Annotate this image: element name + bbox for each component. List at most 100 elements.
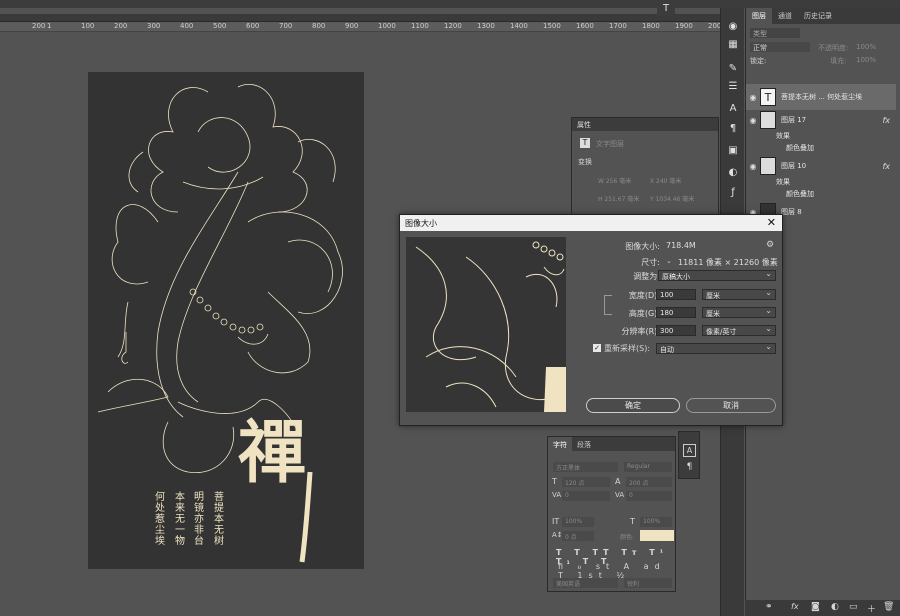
language-select[interactable]: 美国英语 [553,578,618,588]
chevron-down-icon[interactable]: ⌄ [666,257,672,265]
horizontal-scale-input[interactable]: 100% [640,517,672,527]
text-layer-icon: T [760,88,776,106]
height-field[interactable]: H 251.67 毫米 [598,194,639,203]
preview-line-art [415,241,566,412]
effects-row[interactable]: 效果 [746,130,896,142]
app-menu-bar [0,0,900,8]
eye-icon[interactable]: ◉ [746,93,760,102]
gear-icon[interactable]: ⚙ [766,240,774,250]
image-preview[interactable] [406,237,566,412]
tab-history[interactable]: 历史记录 [798,8,838,24]
character-icon[interactable]: A [683,444,696,457]
height-input[interactable]: 180 [656,307,696,318]
eye-icon[interactable]: ◉ [746,162,760,171]
ruler-tick-label: 200 [32,22,46,30]
layer-name: 图层 17 [781,116,807,124]
close-icon[interactable]: ✕ [767,216,776,229]
height-unit-select[interactable]: 厘米 [702,306,776,318]
vertical-scale-input[interactable]: 100% [562,517,594,527]
styles-icon[interactable]: ◐ [725,164,741,180]
character-icon[interactable]: A [725,100,741,116]
opacity-value[interactable]: 100% [856,43,876,51]
text-color-swatch[interactable] [640,530,674,541]
trash-icon[interactable]: 🗑 [883,602,894,612]
effects-label: 效果 [776,178,790,186]
poem-column-2: 明镜亦非台 [194,492,204,547]
layer-row-text[interactable]: ◉ T 菩提本无树 ... 何处惹尘埃 [746,84,896,110]
link-icon[interactable]: ⚭ [765,602,773,612]
layer-name: 菩提本无树 ... 何处惹尘埃 [781,93,863,101]
resample-checkbox[interactable]: ✓ [593,344,601,352]
brush-icon[interactable]: ✎ [725,60,741,76]
ruler-tick-label: 1300 [477,22,495,30]
font-family-select[interactable]: 方正黑体 [553,462,618,472]
paragraph-icon[interactable]: ¶ [683,462,696,475]
fit-to-select[interactable]: 原稿大小 [658,269,776,281]
new-layer-icon[interactable]: ＋ [867,602,876,615]
resolution-input[interactable]: 300 [656,325,696,336]
mask-icon[interactable]: ◙ [811,602,820,612]
x-field[interactable]: X 240 毫米 [650,176,681,185]
layer-row-17[interactable]: ◉ 图层 17 fx [746,110,896,130]
layers-icon[interactable]: ▣ [725,142,741,158]
ok-button[interactable]: 确定 [586,398,680,413]
leading-icon: A [615,477,621,486]
font-style-select[interactable]: Regular [624,462,672,472]
horizontal-ruler: 200 1 100 200 300 400 500 600 700 800 900 1000 1100 1… [0,22,720,32]
tab-paragraph[interactable]: 段落 [572,437,596,451]
y-field[interactable]: Y 1034.46 毫米 [650,194,694,203]
font-size-input[interactable]: 120 点 [562,477,610,487]
ruler-tick-label: 300 [147,22,161,30]
cancel-button[interactable]: 取消 [686,398,776,413]
ruler-tick-label: 500 [213,22,227,30]
tab-character[interactable]: 字符 [548,437,572,451]
baseline-input[interactable]: 0 点 [562,531,594,541]
tracking-input[interactable]: 0 [626,491,672,501]
width-field[interactable]: W 256 毫米 [598,176,631,185]
leading-input[interactable]: 200 点 [626,477,672,487]
effect-row[interactable]: 颜色叠加 [746,142,896,154]
ruler-tick-label: 1000 [378,22,396,30]
fx-badge[interactable]: fx [882,116,890,125]
eye-icon[interactable]: ◉ [746,116,760,125]
ruler-tick-label: 600 [246,22,260,30]
fill-value[interactable]: 100% [856,56,876,64]
font-size-icon: T [552,477,557,486]
fx-icon[interactable]: fx [791,602,799,611]
kerning-icon: VA [552,491,562,499]
ruler-tick-label: 1600 [576,22,594,30]
blend-mode-select[interactable]: 正常 [750,42,810,52]
artwork-canvas[interactable]: 禪 菩提本无树 明镜亦非台 本来无一物 何处惹尘埃 [88,72,364,569]
dimensions-label: 尺寸: [641,258,660,267]
ruler-tick-label: 900 [345,22,359,30]
tab-channels[interactable]: 通道 [772,8,798,24]
effect-name: 颜色叠加 [786,144,814,152]
width-label: 宽度(D): [628,291,660,300]
resample-select[interactable]: 自动 [656,342,776,354]
folder-icon[interactable]: ▭ [849,602,858,612]
lotus-line-art [97,84,343,474]
layer-name: 图层 10 [781,162,807,170]
ruler-tick-label: 1 [47,22,52,30]
layer-filter-input[interactable]: 类型 [750,28,800,38]
effect-row[interactable]: 颜色叠加 [746,188,896,200]
fx-icon[interactable]: ƒ [725,184,741,200]
paragraph-icon[interactable]: ¶ [725,120,741,136]
image-size-label: 图像大小: [625,242,660,251]
resolution-unit-select[interactable]: 像素/英寸 [702,324,776,336]
adjust-icon[interactable]: ☰ [725,78,741,94]
width-unit-select[interactable]: 厘米 [702,288,776,300]
fx-badge[interactable]: fx [882,162,890,171]
swatches-icon[interactable]: ▦ [725,36,741,52]
adjustment-icon[interactable]: ◐ [831,602,839,612]
width-input[interactable]: 100 [656,289,696,300]
anti-alias-select[interactable]: 锐利 [624,578,672,588]
layer-row-10[interactable]: ◉ 图层 10 fx [746,156,896,176]
effects-row[interactable]: 效果 [746,176,896,188]
ruler-tick-label: 700 [279,22,293,30]
text-tool-icon[interactable]: T [657,0,675,16]
color-icon[interactable]: ◉ [725,18,741,34]
transform-section[interactable]: 变换 [578,157,592,167]
tab-layers[interactable]: 图层 [746,8,772,24]
kerning-input[interactable]: 0 [562,491,610,501]
